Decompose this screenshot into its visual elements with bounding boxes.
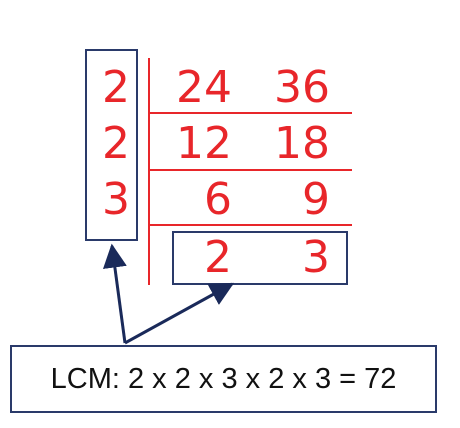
- quotient-second: 3: [302, 232, 330, 283]
- divisor-1: 2: [102, 62, 130, 113]
- divisor-2: 2: [102, 118, 130, 169]
- dividend-second-row-3: 9: [302, 174, 330, 225]
- dividend-first-row-3: 6: [204, 174, 232, 225]
- quotient-first: 2: [204, 232, 232, 283]
- lcm-result-box: LCM: 2 x 2 x 3 x 2 x 3 = 72: [10, 345, 437, 413]
- arrow-to-quotients: [124, 282, 235, 345]
- arrow-to-divisors: [102, 243, 127, 344]
- lcm-result-text: LCM: 2 x 2 x 3 x 2 x 3 = 72: [50, 362, 397, 395]
- divisor-3: 3: [102, 174, 130, 225]
- dividend-first-row-2: 12: [176, 118, 232, 169]
- dividend-second-row-2: 18: [274, 118, 330, 169]
- dividend-first-row-1: 24: [176, 62, 232, 113]
- dividend-second-row-1: 36: [274, 62, 330, 113]
